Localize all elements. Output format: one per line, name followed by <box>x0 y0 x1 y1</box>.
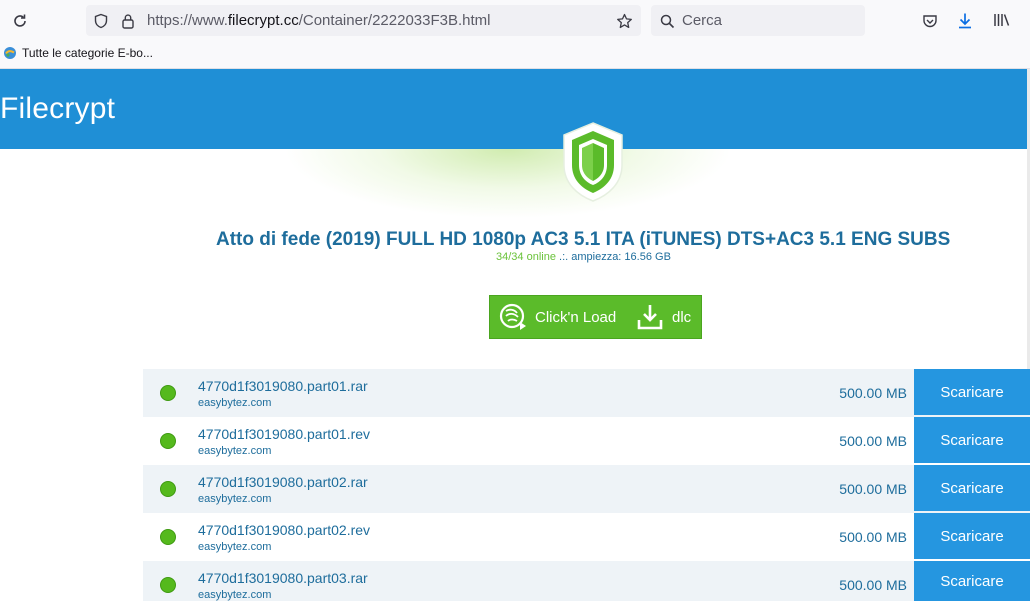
security-shield-icon <box>563 122 623 202</box>
file-name-link[interactable]: 4770d1f3019080.part03.rar <box>198 570 368 586</box>
online-status: 34/34 online <box>496 251 556 263</box>
online-status-dot <box>160 481 176 497</box>
bookmark-item[interactable]: Tutte le categorie E-bo... <box>3 46 153 60</box>
file-row: 4770d1f3019080.part02.rev easybytez.com … <box>143 513 1030 561</box>
file-host: easybytez.com <box>198 445 272 457</box>
bookmarks-toolbar: Tutte le categorie E-bo... <box>0 42 1030 69</box>
file-name-link[interactable]: 4770d1f3019080.part02.rar <box>198 474 368 490</box>
site-header: Filecrypt <box>0 69 1030 149</box>
file-size: 500.00 MB <box>839 433 907 449</box>
url-scheme: https://www. <box>147 12 228 29</box>
container-title: Atto di fede (2019) FULL HD 1080p AC3 5.… <box>216 229 951 250</box>
click-n-load-icon <box>499 303 526 330</box>
tracking-shield-icon[interactable] <box>92 12 110 30</box>
url-path: /Container/2222033F3B.html <box>298 12 491 29</box>
file-name-link[interactable]: 4770d1f3019080.part02.rev <box>198 522 370 538</box>
file-row: 4770d1f3019080.part03.rar easybytez.com … <box>143 561 1030 601</box>
url-text[interactable]: https://www.filecrypt.cc/Container/22220… <box>147 12 491 29</box>
file-size: 500.00 MB <box>839 481 907 497</box>
reload-icon[interactable] <box>8 9 32 33</box>
file-size: 500.00 MB <box>839 577 907 593</box>
dlc-download-icon <box>637 305 663 330</box>
file-host: easybytez.com <box>198 541 272 553</box>
click-n-load-label: Click'n Load <box>535 308 617 326</box>
file-size: 500.00 MB <box>839 529 907 545</box>
bookmark-star-icon[interactable] <box>614 11 634 31</box>
download-actions: Click'n Load dlc <box>489 295 702 339</box>
download-button[interactable]: Scaricare <box>914 417 1030 463</box>
download-button[interactable]: Scaricare <box>914 369 1030 415</box>
file-row: 4770d1f3019080.part01.rar easybytez.com … <box>143 369 1030 417</box>
online-status-dot <box>160 385 176 401</box>
file-name-link[interactable]: 4770d1f3019080.part01.rar <box>198 378 368 394</box>
online-status-dot <box>160 529 176 545</box>
download-button[interactable]: Scaricare <box>914 465 1030 511</box>
search-bar[interactable]: Cerca <box>651 5 865 36</box>
file-host: easybytez.com <box>198 589 272 601</box>
download-icon[interactable] <box>954 9 976 31</box>
site-logo[interactable]: Filecrypt <box>0 92 115 126</box>
file-host: easybytez.com <box>198 493 272 505</box>
online-status-dot <box>160 433 176 449</box>
search-icon <box>658 12 676 30</box>
lock-icon[interactable] <box>119 12 137 30</box>
dlc-button[interactable]: dlc <box>626 296 703 338</box>
search-input[interactable]: Cerca <box>682 12 722 29</box>
download-button[interactable]: Scaricare <box>914 561 1030 601</box>
file-host: easybytez.com <box>198 397 272 409</box>
url-bar[interactable]: https://www.filecrypt.cc/Container/22220… <box>86 5 641 36</box>
file-size: 500.00 MB <box>839 385 907 401</box>
browser-toolbar: https://www.filecrypt.cc/Container/22220… <box>0 0 1030 42</box>
file-name-link[interactable]: 4770d1f3019080.part01.rev <box>198 426 370 442</box>
library-icon[interactable] <box>990 9 1014 31</box>
container-size: ampiezza: 16.56 GB <box>571 251 671 263</box>
dlc-label: dlc <box>672 308 692 326</box>
file-row: 4770d1f3019080.part01.rev easybytez.com … <box>143 417 1030 465</box>
url-host: filecrypt.cc <box>227 12 299 29</box>
container-meta: 34/34 online .:. ampiezza: 16.56 GB <box>496 251 671 263</box>
bookmark-label: Tutte le categorie E-bo... <box>22 46 153 60</box>
shield-glow <box>283 149 733 219</box>
pocket-icon[interactable] <box>919 10 941 32</box>
online-status-dot <box>160 577 176 593</box>
bookmark-favicon-icon <box>4 47 16 59</box>
click-n-load-button[interactable]: Click'n Load <box>490 296 626 338</box>
download-button[interactable]: Scaricare <box>914 513 1030 559</box>
meta-separator: .:. <box>555 251 572 263</box>
file-row: 4770d1f3019080.part02.rar easybytez.com … <box>143 465 1030 513</box>
